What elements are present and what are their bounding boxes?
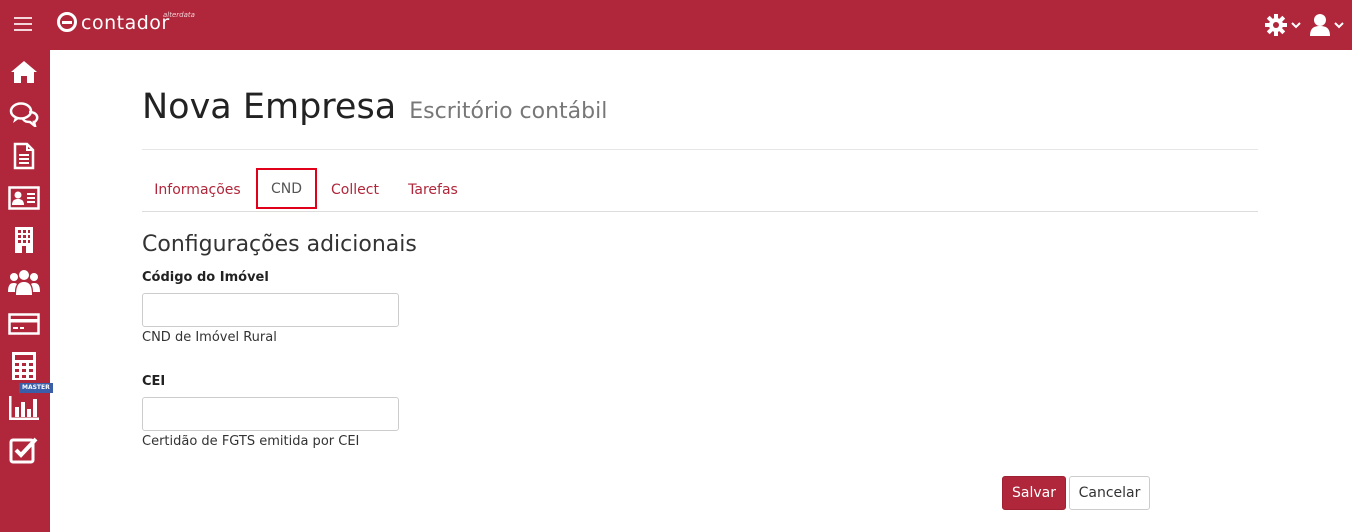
codigo-imovel-help: CND de Imóvel Rural (142, 330, 277, 345)
chevron-down-icon (1334, 22, 1344, 29)
logo-brand-small: alterdata (163, 11, 195, 19)
save-button[interactable]: Salvar (1002, 476, 1066, 510)
credit-card-icon (8, 313, 40, 335)
sidebar-item-contacts[interactable] (8, 182, 40, 214)
sidebar-item-chat[interactable] (8, 98, 40, 130)
hamburger-menu-icon[interactable] (14, 17, 32, 31)
app-logo[interactable]: contador alterdata (57, 11, 195, 34)
top-bar: contador alterdata (0, 0, 1352, 50)
logo-text: contador (81, 12, 170, 34)
page-subtitle: Escritório contábil (409, 99, 608, 124)
building-icon (15, 227, 33, 253)
sidebar-item-users[interactable] (8, 266, 40, 298)
bar-chart-icon (9, 396, 39, 420)
sidebar-item-documents[interactable] (8, 140, 40, 172)
chevron-down-icon (1291, 22, 1301, 29)
document-icon (13, 142, 35, 170)
sidebar-item-billing[interactable] (8, 308, 40, 340)
tab-informacoes[interactable]: Informações (142, 168, 253, 211)
settings-menu-button[interactable] (1264, 13, 1301, 37)
tab-cnd[interactable]: CND (256, 168, 317, 209)
gear-icon (1265, 14, 1287, 36)
chat-icon (9, 102, 39, 127)
home-icon (11, 61, 37, 83)
tab-tarefas[interactable]: Tarefas (393, 168, 473, 211)
checkbox-icon (9, 437, 38, 464)
users-icon (8, 270, 40, 295)
user-icon (1310, 14, 1330, 36)
codigo-imovel-input[interactable] (142, 293, 399, 327)
sidebar-item-home[interactable] (8, 56, 40, 88)
main-content: Nova Empresa Escritório contábil Informa… (50, 50, 1352, 532)
cancel-button[interactable]: Cancelar (1069, 476, 1150, 510)
logo-mark-icon (57, 12, 77, 32)
title-divider (142, 149, 1258, 150)
sidebar-item-calculator[interactable] (8, 350, 40, 382)
cei-input[interactable] (142, 397, 399, 431)
section-title: Configurações adicionais (142, 232, 417, 257)
cei-label: CEI (142, 374, 166, 389)
user-menu-button[interactable] (1309, 13, 1344, 37)
top-right-actions (1264, 0, 1352, 50)
tab-collect[interactable]: Collect (320, 168, 390, 211)
cei-help: Certidão de FGTS emitida por CEI (142, 434, 360, 449)
sidebar-item-tasks[interactable] (8, 434, 40, 466)
id-card-icon (8, 186, 40, 210)
sidebar-item-reports[interactable] (8, 392, 40, 424)
calculator-icon (12, 352, 36, 380)
page-title: Nova Empresa Escritório contábil (142, 87, 607, 127)
sidebar: MASTER (0, 50, 53, 532)
codigo-imovel-label: Código do Imóvel (142, 270, 269, 285)
sidebar-item-companies[interactable] (8, 224, 40, 256)
tab-bar: Informações CND Collect Tarefas (142, 168, 1258, 212)
page-title-main: Nova Empresa (142, 87, 397, 127)
